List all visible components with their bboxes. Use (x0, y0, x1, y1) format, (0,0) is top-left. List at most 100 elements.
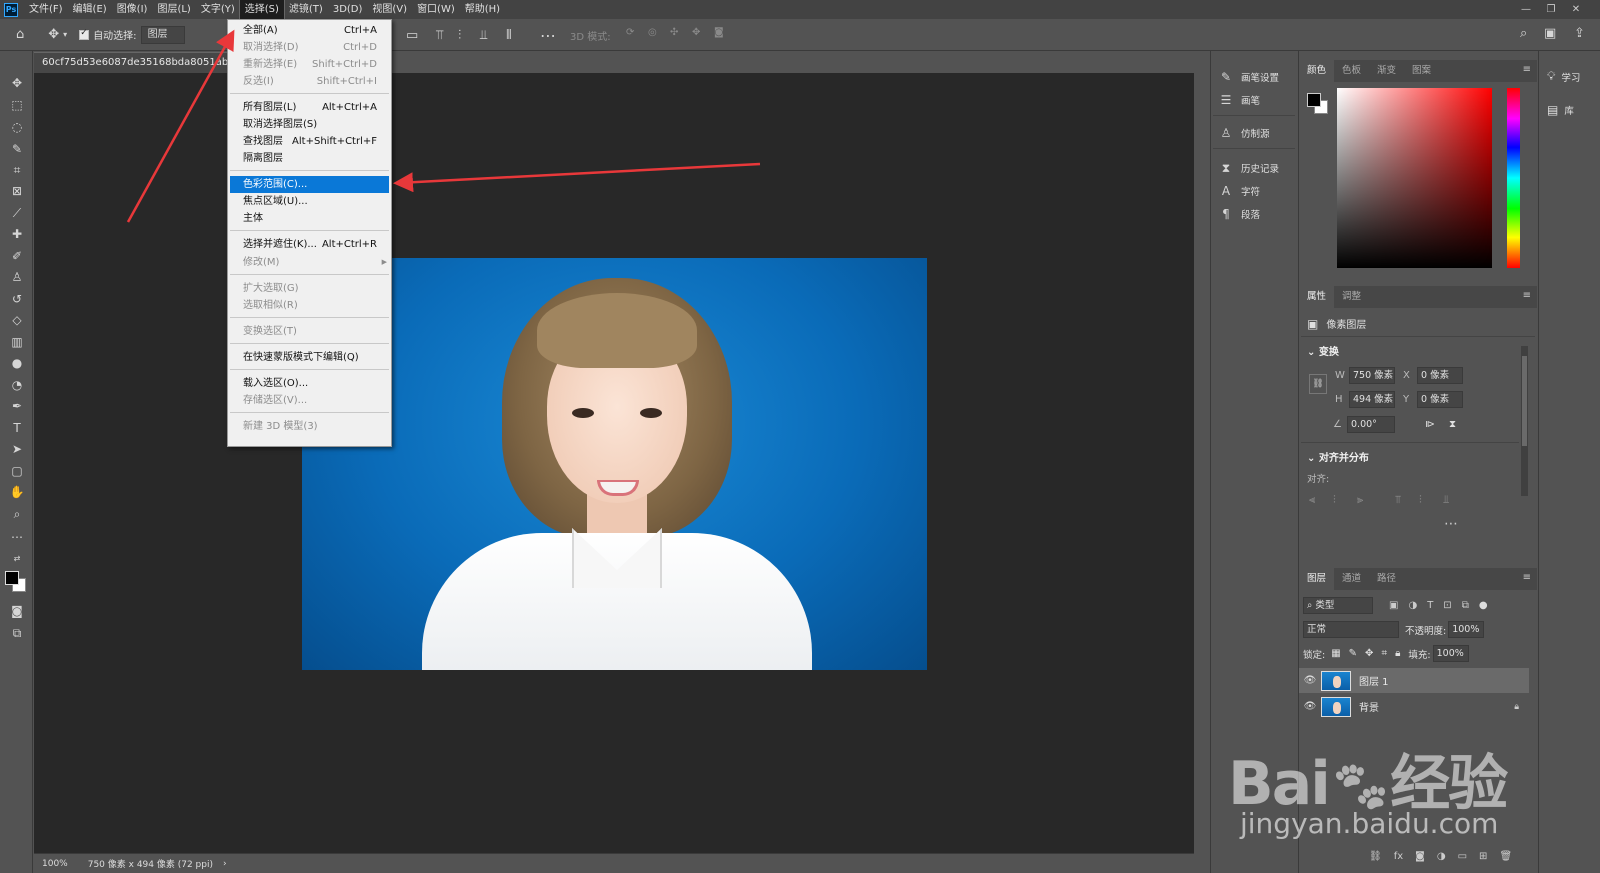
align-top-icon[interactable]: ⫪ (436, 28, 443, 43)
tab-color[interactable]: 颜色 (1299, 60, 1335, 82)
close-button[interactable]: ✕ (1565, 0, 1587, 19)
menu-item[interactable]: 视图(V) (367, 0, 412, 19)
select-menu-item[interactable]: 主体 (228, 210, 391, 227)
blur-tool-icon[interactable]: ● (6, 353, 28, 373)
blend-mode-dropdown[interactable]: 正常 (1303, 621, 1399, 638)
screen-mode-icon[interactable]: ⧉ (6, 623, 28, 643)
align-bottom-icon[interactable]: ⫫ (480, 28, 487, 43)
dodge-tool-icon[interactable]: ◔ (6, 375, 28, 395)
fill-field[interactable]: 100% (1432, 645, 1469, 662)
new-layer-icon[interactable]: ⊞ (1479, 851, 1487, 862)
menu-item[interactable]: 3D(D) (328, 0, 368, 19)
stamp-tool-icon[interactable]: ♙ (6, 267, 28, 287)
lock-pixels-icon[interactable]: ✎ (1349, 648, 1357, 659)
quick-mask-icon[interactable]: ◙ (6, 601, 28, 621)
clone-source-panel-button[interactable]: ♙ 仿制源 (1217, 122, 1270, 144)
menu-item[interactable]: 文件(F) (24, 0, 68, 19)
link-layers-icon[interactable]: ⛓ (1369, 851, 1382, 862)
eye-icon[interactable]: 👁︎ (1299, 701, 1321, 712)
select-menu-item[interactable]: 选择并遮住(K)... Alt+Ctrl+R (228, 236, 391, 253)
type-tool-icon[interactable]: T (6, 418, 28, 438)
minimize-button[interactable]: — (1515, 0, 1537, 19)
brush-tool-icon[interactable]: ✐ (6, 246, 28, 266)
y-field[interactable]: 0 像素 (1417, 391, 1463, 408)
flip-horizontal-icon[interactable]: ⧐ (1425, 419, 1435, 430)
panel-menu-icon[interactable]: ≡ (1523, 64, 1531, 75)
foreground-color-swatch[interactable] (5, 571, 19, 585)
frame-tool-icon[interactable]: ⊠ (6, 181, 28, 201)
swap-colors-icon[interactable]: ⇄ (6, 549, 28, 569)
select-menu-item[interactable]: 隔离图层 (228, 150, 391, 167)
menu-item[interactable]: 编辑(E) (68, 0, 112, 19)
align-section[interactable]: ⌄ 对齐并分布 (1307, 449, 1369, 464)
select-menu-item[interactable]: 重新选择(E) Shift+Ctrl+D (228, 56, 391, 73)
marquee-tool-icon[interactable]: ⬚ (6, 95, 28, 115)
paragraph-panel-button[interactable]: ¶ 段落 (1217, 203, 1260, 225)
brushes-panel-button[interactable]: ☰ 画笔 (1217, 89, 1260, 111)
select-menu-item[interactable]: 全部(A) Ctrl+A (228, 22, 391, 39)
canvas-area[interactable] (34, 73, 1194, 853)
menu-item[interactable]: 帮助(H) (460, 0, 505, 19)
workspace-icon[interactable]: ▣ (1544, 26, 1556, 41)
align-icon[interactable]: ▭ (406, 28, 418, 43)
filter-type-icon[interactable]: T (1427, 600, 1433, 611)
lasso-tool-icon[interactable]: ◌ (6, 117, 28, 137)
move-tool-icon[interactable]: ✥ (48, 27, 59, 42)
eye-icon[interactable]: 👁︎ (1299, 675, 1321, 686)
chevron-down-icon[interactable]: ▾ (63, 30, 67, 39)
eraser-tool-icon[interactable]: ◇ (6, 310, 28, 330)
layer-style-icon[interactable]: fx (1394, 851, 1403, 862)
select-menu-item[interactable]: 扩大选取(G) (228, 280, 391, 297)
new-group-icon[interactable]: ▭ (1458, 851, 1467, 862)
layer-name[interactable]: 图层 1 (1359, 673, 1389, 688)
filter-toggle-icon[interactable]: ● (1479, 600, 1488, 611)
width-field[interactable]: 750 像素 (1349, 367, 1395, 384)
more-tools-icon[interactable]: ⋯ (6, 527, 28, 547)
select-menu-item[interactable]: 查找图层 Alt+Shift+Ctrl+F (228, 133, 391, 150)
menu-item[interactable]: 图像(I) (112, 0, 153, 19)
hand-tool-icon[interactable]: ✋ (6, 482, 28, 502)
more-options-icon[interactable]: ⋯ (540, 26, 556, 45)
layer-row-background[interactable]: 👁︎ 背景 🔒︎ (1299, 694, 1529, 719)
select-menu-item[interactable]: 载入选区(O)... (228, 375, 391, 392)
quick-select-tool-icon[interactable]: ✎ (6, 139, 28, 159)
align-middle-icon[interactable]: ⫶ (458, 28, 461, 43)
tab-layers[interactable]: 图层 (1299, 568, 1335, 590)
tab-adjustments[interactable]: 调整 (1334, 286, 1369, 308)
shape-tool-icon[interactable]: ▢ (6, 461, 28, 481)
delete-layer-icon[interactable]: 🗑︎ (1499, 851, 1512, 862)
zoom-tool-icon[interactable]: ⌕ (6, 504, 28, 524)
pen-tool-icon[interactable]: ✒ (6, 396, 28, 416)
tab-patterns[interactable]: 图案 (1404, 60, 1439, 82)
chevron-right-icon[interactable]: › (223, 859, 227, 869)
healing-brush-icon[interactable]: ✚ (6, 224, 28, 244)
tab-channels[interactable]: 通道 (1334, 568, 1369, 590)
character-panel-button[interactable]: A 字符 (1217, 180, 1260, 202)
layer-row-layer1[interactable]: 👁︎ 图层 1 (1299, 668, 1529, 693)
brush-settings-panel-button[interactable]: ✎ 画笔设置 (1217, 66, 1279, 88)
home-icon[interactable]: ⌂ (16, 27, 24, 42)
transform-section[interactable]: ⌄ 变换 (1307, 343, 1339, 358)
select-menu-item[interactable]: 色彩范围(C)... (230, 176, 389, 193)
panel-menu-icon[interactable]: ≡ (1523, 572, 1531, 583)
libraries-panel-button[interactable]: ▤ 库 (1547, 103, 1574, 117)
align-left-icon[interactable]: ⫷ (1309, 493, 1315, 507)
distribute-icon[interactable]: ⦀ (506, 28, 512, 43)
height-field[interactable]: 494 像素 (1349, 391, 1395, 408)
lock-transparent-icon[interactable]: ▦ (1331, 648, 1340, 659)
filter-smart-object-icon[interactable]: ⧉ (1462, 600, 1469, 611)
zoom-level[interactable]: 100% (42, 859, 68, 869)
select-menu-item[interactable]: 选取相似(R) (228, 297, 391, 314)
select-menu-item[interactable]: 在快速蒙版模式下编辑(Q) (228, 349, 391, 366)
history-brush-icon[interactable]: ↺ (6, 289, 28, 309)
layer-mask-icon[interactable]: ◙ (1415, 851, 1425, 862)
menu-item[interactable]: 图层(L) (152, 0, 195, 19)
angle-field[interactable]: 0.00° (1347, 416, 1395, 433)
tab-swatches[interactable]: 色板 (1334, 60, 1369, 82)
path-select-tool-icon[interactable]: ➤ (6, 439, 28, 459)
layer-name[interactable]: 背景 (1359, 699, 1379, 714)
align-right-icon[interactable]: ⫸ (1357, 493, 1363, 507)
layer-filter-dropdown[interactable]: ⌕ 类型 (1303, 597, 1373, 614)
menu-item[interactable]: 选择(S) (238, 0, 285, 20)
auto-select-target-dropdown[interactable]: 图层 (140, 25, 185, 44)
